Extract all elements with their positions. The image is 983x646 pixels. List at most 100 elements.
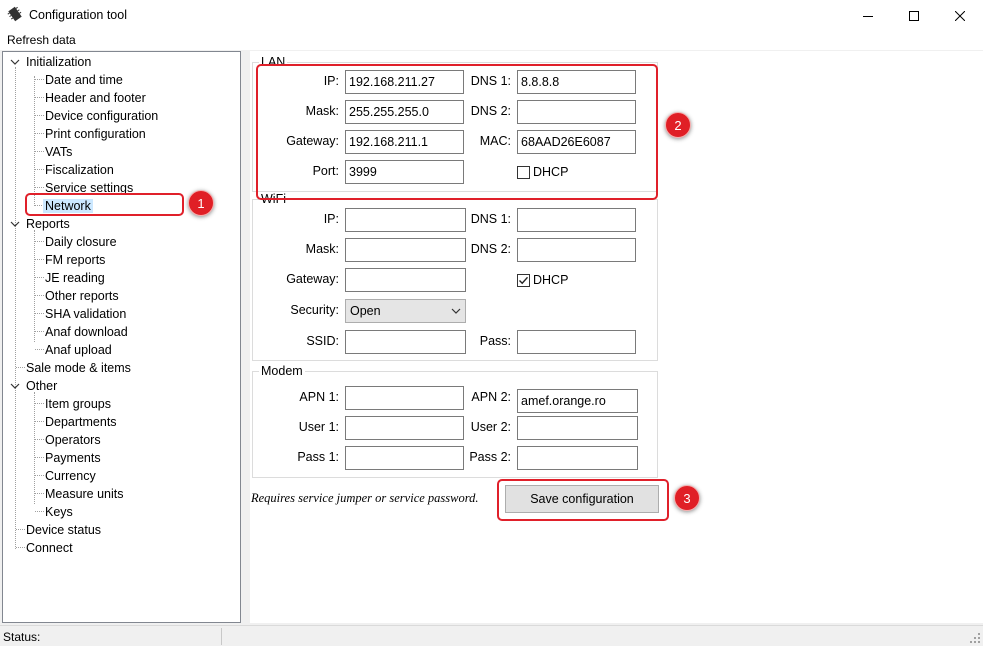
modem-apn2-label: APN 2: (471, 390, 511, 404)
tree-item-anaf-upload[interactable]: Anaf upload (43, 341, 114, 359)
modem-user1-label: User 1: (298, 420, 339, 434)
wifi-dhcp-label: DHCP (533, 273, 569, 287)
tree-item-anaf-download[interactable]: Anaf download (43, 323, 130, 341)
modem-pass1-label: Pass 1: (297, 450, 339, 464)
tree-label: FM reports (45, 253, 106, 267)
tree-label: Measure units (45, 487, 124, 501)
tree-label: Connect (26, 541, 73, 555)
close-button[interactable] (937, 0, 983, 31)
tree-item-device-configuration[interactable]: Device configuration (43, 107, 160, 125)
tree-item-daily-closure[interactable]: Daily closure (43, 233, 119, 251)
wifi-ip-label: IP: (323, 212, 339, 226)
tree-connector (34, 392, 35, 504)
modem-pass2-label: Pass 2: (469, 450, 511, 464)
tree-item-currency[interactable]: Currency (43, 467, 98, 485)
tree-item-vats[interactable]: VATs (43, 143, 74, 161)
wifi-dns1-input[interactable] (517, 208, 636, 232)
tree-label: Print configuration (45, 127, 146, 141)
tree-label: Initialization (26, 55, 92, 69)
tree-label: Sale mode & items (26, 361, 131, 375)
tree-label: Daily closure (45, 235, 117, 249)
chip-icon (7, 6, 22, 22)
tree-label: JE reading (45, 271, 105, 285)
tree-label: Device status (26, 523, 102, 537)
wifi-pass-input[interactable] (517, 330, 636, 354)
modem-pass1-input[interactable] (345, 446, 464, 470)
callout-badge-1: 1 (188, 190, 214, 216)
tree-label: Reports (26, 217, 70, 231)
tree-label: Departments (45, 415, 117, 429)
tree-label: Item groups (45, 397, 112, 411)
status-label: Status: (3, 630, 41, 644)
tree-label: Anaf upload (45, 343, 112, 357)
tree-item-print-configuration[interactable]: Print configuration (43, 125, 148, 143)
navigation-tree[interactable]: Initialization Date and time Header and … (2, 51, 241, 623)
chevron-down-icon[interactable] (10, 57, 20, 67)
callout-badge-3: 3 (674, 485, 700, 511)
tree-item-header-footer[interactable]: Header and footer (43, 89, 148, 107)
wifi-ssid-label: SSID: (306, 334, 339, 348)
modem-legend: Modem (261, 364, 303, 378)
tree-item-other-reports[interactable]: Other reports (43, 287, 121, 305)
tree-item-departments[interactable]: Departments (43, 413, 119, 431)
highlight-lan-group (256, 64, 658, 200)
tree-label: SHA validation (45, 307, 127, 321)
wifi-dns2-label: DNS 2: (470, 242, 511, 256)
wifi-security-value: Open (350, 304, 381, 318)
wifi-pass-label: Pass: (479, 334, 511, 348)
wifi-security-label: Security: (290, 303, 339, 317)
minimize-button[interactable] (845, 0, 891, 31)
tree-item-keys[interactable]: Keys (43, 503, 75, 521)
menu-refresh-data[interactable]: Refresh data (7, 33, 76, 47)
tree-item-sha-validation[interactable]: SHA validation (43, 305, 128, 323)
wifi-ssid-input[interactable] (345, 330, 466, 354)
title-bar: Configuration tool (0, 0, 983, 31)
tree-label: Payments (45, 451, 101, 465)
modem-user2-label: User 2: (470, 420, 511, 434)
callout-badge-2: 2 (665, 112, 691, 138)
checkmark-icon (519, 276, 529, 285)
window-title: Configuration tool (29, 8, 127, 22)
wifi-dns2-input[interactable] (517, 238, 636, 262)
tree-item-measure-units[interactable]: Measure units (43, 485, 126, 503)
chevron-down-icon[interactable] (10, 219, 20, 229)
tree-label: Keys (45, 505, 73, 519)
tree-node-device-status[interactable]: Device status (24, 521, 103, 539)
wifi-dns1-label: DNS 1: (470, 212, 511, 226)
wifi-security-select[interactable]: Open (345, 299, 466, 323)
tree-item-je-reading[interactable]: JE reading (43, 269, 107, 287)
modem-pass2-input[interactable] (517, 446, 638, 470)
tree-item-date-time[interactable]: Date and time (43, 71, 125, 89)
maximize-button[interactable] (891, 0, 937, 31)
service-note: Requires service jumper or service passw… (251, 491, 479, 505)
tree-label: Device configuration (45, 109, 159, 123)
status-divider (221, 628, 222, 645)
tree-label: Operators (45, 433, 101, 447)
tree-item-fm-reports[interactable]: FM reports (43, 251, 107, 269)
menu-bar: Refresh data (0, 31, 983, 50)
tree-label: Fiscalization (45, 163, 114, 177)
modem-apn1-input[interactable] (345, 386, 464, 410)
highlight-network-item (25, 193, 184, 216)
minimize-icon (863, 15, 873, 17)
tree-item-fiscalization[interactable]: Fiscalization (43, 161, 116, 179)
tree-item-operators[interactable]: Operators (43, 431, 103, 449)
modem-apn2-input[interactable]: amef.orange.ro (517, 389, 638, 413)
tree-label: Currency (45, 469, 96, 483)
wifi-gateway-input[interactable] (345, 268, 466, 292)
maximize-icon (909, 10, 919, 21)
wifi-ip-input[interactable] (345, 208, 466, 232)
modem-user2-input[interactable] (517, 416, 638, 440)
tree-item-payments[interactable]: Payments (43, 449, 103, 467)
resize-grip-icon[interactable] (970, 633, 980, 643)
tree-label: VATs (45, 145, 73, 159)
tree-item-item-groups[interactable]: Item groups (43, 395, 113, 413)
chevron-down-icon[interactable] (10, 381, 20, 391)
tree-node-connect[interactable]: Connect (24, 539, 75, 557)
modem-user1-input[interactable] (345, 416, 464, 440)
wifi-mask-input[interactable] (345, 238, 466, 262)
wifi-gateway-label: Gateway: (286, 272, 339, 286)
tree-node-sale-mode[interactable]: Sale mode & items (24, 359, 133, 377)
wifi-mask-label: Mask: (305, 242, 339, 256)
wifi-dhcp-checkbox[interactable] (517, 274, 530, 287)
